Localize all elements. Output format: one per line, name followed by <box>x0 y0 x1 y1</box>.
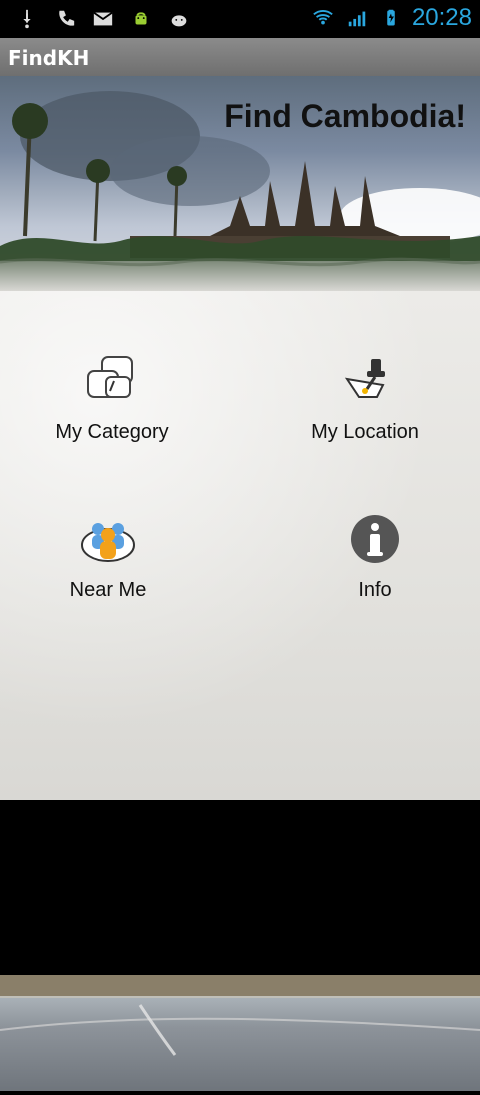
menu-item-label-my-category: My Category <box>55 421 169 443</box>
hero-title: Find Cambodia! <box>224 98 466 134</box>
status-right: 20:28 <box>310 4 472 32</box>
signal-icon <box>344 5 370 31</box>
menu-item-label-info: Info <box>358 579 392 601</box>
hero-banner: Find Cambodia! <box>0 76 480 291</box>
status-bar: 20:28 <box>0 0 480 38</box>
near-me-people-icon <box>80 511 136 567</box>
phone-icon <box>52 6 78 32</box>
info-icon <box>347 511 403 567</box>
menu-item-my-category[interactable]: My Category <box>12 353 212 444</box>
action-bar: FindKH <box>0 38 480 76</box>
menu-item-label-my-location: My Location <box>311 421 419 443</box>
notification-icons <box>14 6 192 32</box>
menu-item-near-me[interactable]: Near Me <box>8 511 208 602</box>
menu-item-info[interactable]: Info <box>275 511 475 602</box>
android-robot-icon <box>166 6 192 32</box>
battery-icon <box>378 5 404 31</box>
usb-icon <box>14 6 40 32</box>
category-icon <box>84 353 140 409</box>
wifi-icon <box>310 5 336 31</box>
menu-item-my-location[interactable]: My Location <box>265 353 465 444</box>
gmail-icon <box>90 6 116 32</box>
app-title: FindKH <box>8 46 90 70</box>
menu-grid: My Category My Location Near Me Info <box>0 291 480 1091</box>
location-pin-icon <box>337 353 393 409</box>
menu-item-label-near-me: Near Me <box>69 579 147 601</box>
android-icon <box>128 6 154 32</box>
road-background <box>0 975 480 1091</box>
status-clock: 20:28 <box>411 4 472 31</box>
